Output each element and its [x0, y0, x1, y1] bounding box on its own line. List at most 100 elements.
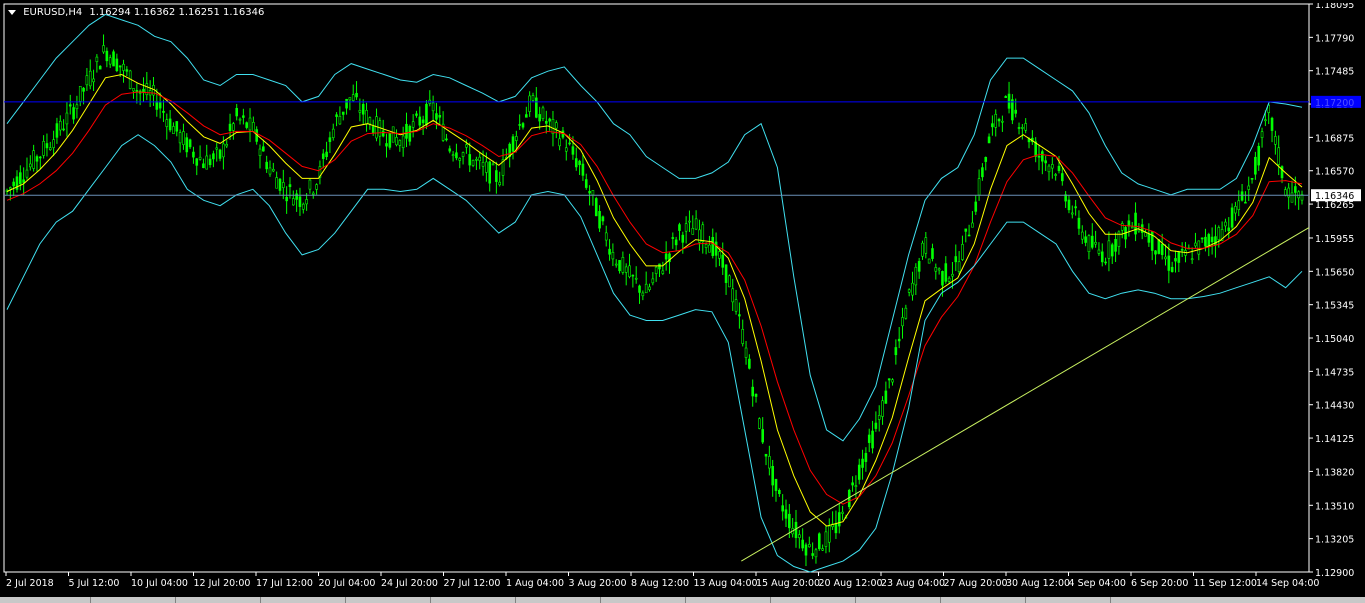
candle-body: [95, 56, 99, 62]
candle-body: [708, 244, 711, 253]
x-tick-label: 11 Sep 12:00: [1194, 578, 1257, 589]
chart-tab[interactable]: [345, 597, 431, 603]
candle-body: [874, 422, 878, 429]
candle-body: [185, 137, 189, 153]
candle-body: [1061, 173, 1064, 182]
candle-body: [1114, 239, 1117, 252]
candle-body: [591, 190, 595, 196]
candle-body: [671, 237, 675, 239]
candle-body: [331, 128, 335, 138]
candle-body: [934, 267, 938, 272]
candle-body: [864, 453, 868, 462]
y-tick-label: 1.18095: [1315, 3, 1354, 11]
candle-body: [515, 136, 518, 141]
candle-body: [202, 163, 205, 169]
candle-body: [75, 104, 79, 110]
dropdown-triangle-icon[interactable]: [8, 9, 16, 15]
x-tick-label: 20 Jul 04:00: [319, 578, 376, 589]
candle-body: [98, 65, 102, 70]
candle-body: [1021, 127, 1024, 129]
chart-tab[interactable]: [175, 597, 261, 603]
candle-body: [741, 329, 745, 344]
chart-tab[interactable]: [685, 597, 771, 603]
x-tick-label: 3 Aug 20:00: [569, 578, 627, 589]
candle-body: [901, 317, 904, 327]
candle-body: [924, 237, 928, 254]
candle-body: [368, 117, 372, 125]
candle-body: [661, 270, 665, 274]
candle-body: [411, 121, 415, 128]
chart-tab[interactable]: [855, 597, 941, 603]
candle-body: [102, 45, 105, 53]
chart-window[interactable]: 1.180951.177901.174851.171801.168751.165…: [3, 3, 1362, 600]
candle-body: [118, 65, 122, 68]
candle-body: [648, 286, 651, 290]
candle-body: [568, 142, 571, 145]
candle-body: [837, 512, 841, 527]
chart-tab[interactable]: [90, 597, 176, 603]
candle-body: [538, 114, 541, 122]
candle-body: [1274, 136, 1277, 145]
price-chart[interactable]: 1.180951.177901.174851.171801.168751.165…: [3, 3, 1362, 600]
candle-body: [55, 123, 59, 138]
candle-body: [974, 201, 978, 212]
candle-body: [768, 456, 771, 469]
chart-tab[interactable]: [515, 597, 601, 603]
candle-body: [135, 90, 139, 92]
chart-tab[interactable]: [1110, 597, 1196, 603]
candle-body: [192, 151, 195, 158]
candle-body: [12, 181, 15, 187]
y-tick-label: 1.15345: [1315, 301, 1354, 312]
candle-body: [1277, 147, 1280, 165]
candle-body: [1011, 99, 1014, 121]
candle-body: [82, 87, 85, 92]
chart-tab[interactable]: [940, 597, 1026, 603]
candle-body: [262, 146, 265, 152]
candle-body: [308, 179, 312, 190]
candle-body: [744, 347, 748, 358]
candle-body: [218, 149, 222, 159]
candle-body: [265, 161, 268, 170]
candle-body: [1190, 258, 1194, 261]
chart-tab[interactable]: [600, 597, 686, 603]
candle-body: [1067, 199, 1071, 211]
candle-body: [774, 478, 778, 491]
candle-body: [162, 110, 165, 113]
candle-body: [1210, 236, 1214, 243]
x-tick-label: 14 Sep 04:00: [1256, 578, 1319, 589]
chart-tab[interactable]: [1025, 597, 1111, 603]
candle-body: [491, 163, 495, 166]
candle-body: [25, 169, 29, 178]
candle-body: [485, 161, 488, 173]
candle-body: [804, 544, 808, 556]
candle-body: [897, 338, 901, 342]
candle-body: [245, 122, 248, 128]
candle-body: [588, 191, 591, 194]
x-tick-label: 15 Aug 20:00: [756, 578, 820, 589]
candle-body: [857, 464, 861, 480]
candle-body: [971, 222, 974, 228]
x-tick-label: 4 Sep 04:00: [1069, 578, 1126, 589]
trendline: [741, 227, 1310, 562]
candle-body: [811, 553, 814, 556]
candle-body: [282, 182, 285, 188]
candle-body: [784, 509, 788, 519]
candle-body: [638, 285, 641, 293]
candle-body: [1177, 252, 1181, 263]
candle-body: [674, 239, 678, 246]
y-tick-label: 1.13820: [1315, 467, 1354, 478]
candle-body: [1234, 206, 1237, 214]
candle-body: [954, 256, 958, 263]
candle-body: [604, 232, 608, 241]
candle-body: [435, 113, 438, 120]
candle-body: [45, 143, 49, 149]
chart-tab[interactable]: [260, 597, 346, 603]
candle-body: [321, 153, 325, 159]
chart-tab[interactable]: [770, 597, 856, 603]
chart-tab[interactable]: [430, 597, 516, 603]
candle-body: [451, 154, 455, 157]
candle-body: [541, 107, 545, 119]
candle-body: [1237, 200, 1241, 210]
x-tick-label: 27 Jul 12:00: [444, 578, 501, 589]
candle-body: [664, 253, 668, 260]
